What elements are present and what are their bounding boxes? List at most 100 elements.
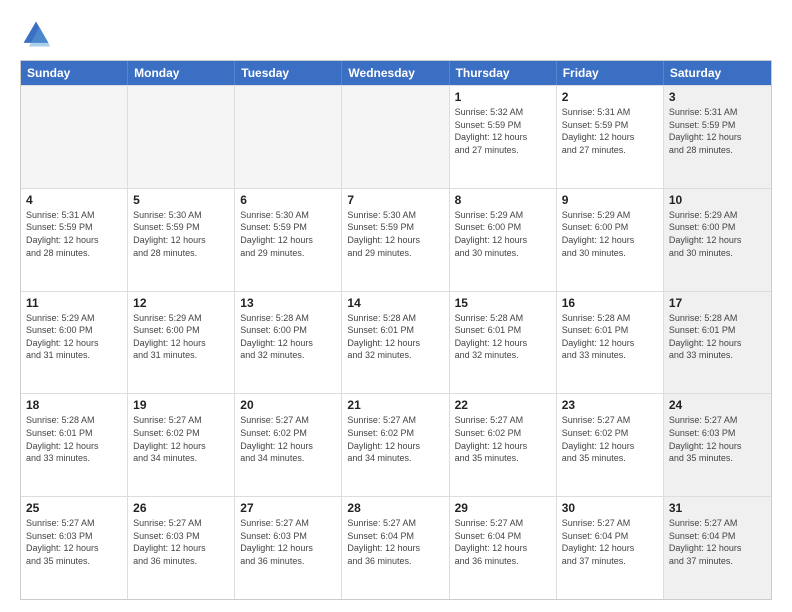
calendar-cell-9: 9 Sunrise: 5:29 AM Sunset: 6:00 PM Daylig… [557,189,664,291]
day-info: Sunrise: 5:27 AM Sunset: 6:04 PM Dayligh… [455,517,551,567]
day-info: Sunrise: 5:27 AM Sunset: 6:02 PM Dayligh… [455,414,551,464]
day-number: 17 [669,296,766,310]
calendar-cell-25: 25 Sunrise: 5:27 AM Sunset: 6:03 PM Dayli… [21,497,128,599]
calendar-row-4: 25 Sunrise: 5:27 AM Sunset: 6:03 PM Dayli… [21,496,771,599]
day-info: Sunrise: 5:28 AM Sunset: 6:00 PM Dayligh… [240,312,336,362]
calendar-cell-7: 7Sunrise: 5:30 AM Sunset: 5:59 PM Daylig… [342,189,449,291]
weekday-header-friday: Friday [557,61,664,85]
logo-icon [20,18,52,50]
day-number: 12 [133,296,229,310]
day-number: 29 [455,501,551,515]
calendar-cell-2: 2 Sunrise: 5:31 AM Sunset: 5:59 PM Daylig… [557,86,664,188]
calendar-cell-20: 20Sunrise: 5:27 AM Sunset: 6:02 PM Dayli… [235,394,342,496]
day-info: Sunrise: 5:31 AM Sunset: 5:59 PM Dayligh… [26,209,122,259]
calendar-cell-empty-0 [21,86,128,188]
day-info: Sunrise: 5:30 AM Sunset: 5:59 PM Dayligh… [133,209,229,259]
day-info: Sunrise: 5:27 AM Sunset: 6:02 PM Dayligh… [562,414,658,464]
calendar-cell-6: 6 Sunrise: 5:30 AM Sunset: 5:59 PM Daylig… [235,189,342,291]
weekday-header-wednesday: Wednesday [342,61,449,85]
calendar-cell-21: 21 Sunrise: 5:27 AM Sunset: 6:02 PM Dayli… [342,394,449,496]
calendar-header: SundayMondayTuesdayWednesdayThursdayFrid… [21,61,771,85]
calendar-cell-27: 27 Sunrise: 5:27 AM Sunset: 6:03 PM Dayli… [235,497,342,599]
day-info: Sunrise: 5:29 AM Sunset: 6:00 PM Dayligh… [26,312,122,362]
day-info: Sunrise: 5:28 AM Sunset: 6:01 PM Dayligh… [347,312,443,362]
calendar-cell-empty-1 [128,86,235,188]
calendar-cell-15: 15 Sunrise: 5:28 AM Sunset: 6:01 PM Dayli… [450,292,557,394]
calendar-cell-29: 29 Sunrise: 5:27 AM Sunset: 6:04 PM Dayli… [450,497,557,599]
calendar-cell-12: 12 Sunrise: 5:29 AM Sunset: 6:00 PM Dayli… [128,292,235,394]
day-number: 18 [26,398,122,412]
day-info: Sunrise: 5:29 AM Sunset: 6:00 PM Dayligh… [133,312,229,362]
calendar-row-0: 1 Sunrise: 5:32 AM Sunset: 5:59 PM Daylig… [21,85,771,188]
calendar-cell-1: 1 Sunrise: 5:32 AM Sunset: 5:59 PM Daylig… [450,86,557,188]
day-info: Sunrise: 5:31 AM Sunset: 5:59 PM Dayligh… [669,106,766,156]
day-number: 9 [562,193,658,207]
weekday-header-sunday: Sunday [21,61,128,85]
day-info: Sunrise: 5:27 AM Sunset: 6:03 PM Dayligh… [669,414,766,464]
day-info: Sunrise: 5:30 AM Sunset: 5:59 PM Dayligh… [240,209,336,259]
calendar-row-1: 4 Sunrise: 5:31 AM Sunset: 5:59 PM Daylig… [21,188,771,291]
day-number: 8 [455,193,551,207]
day-number: 1 [455,90,551,104]
calendar-cell-30: 30 Sunrise: 5:27 AM Sunset: 6:04 PM Dayli… [557,497,664,599]
day-number: 6 [240,193,336,207]
day-info: Sunrise: 5:27 AM Sunset: 6:03 PM Dayligh… [26,517,122,567]
calendar-cell-14: 14 Sunrise: 5:28 AM Sunset: 6:01 PM Dayli… [342,292,449,394]
day-number: 5 [133,193,229,207]
day-number: 19 [133,398,229,412]
calendar-cell-19: 19Sunrise: 5:27 AM Sunset: 6:02 PM Dayli… [128,394,235,496]
day-number: 30 [562,501,658,515]
calendar-cell-16: 16Sunrise: 5:28 AM Sunset: 6:01 PM Dayli… [557,292,664,394]
day-number: 31 [669,501,766,515]
page: SundayMondayTuesdayWednesdayThursdayFrid… [0,0,792,612]
day-info: Sunrise: 5:29 AM Sunset: 6:00 PM Dayligh… [562,209,658,259]
calendar-cell-23: 23 Sunrise: 5:27 AM Sunset: 6:02 PM Dayli… [557,394,664,496]
calendar: SundayMondayTuesdayWednesdayThursdayFrid… [20,60,772,600]
calendar-row-2: 11 Sunrise: 5:29 AM Sunset: 6:00 PM Dayli… [21,291,771,394]
day-number: 26 [133,501,229,515]
calendar-cell-10: 10 Sunrise: 5:29 AM Sunset: 6:00 PM Dayli… [664,189,771,291]
calendar-cell-26: 26 Sunrise: 5:27 AM Sunset: 6:03 PM Dayli… [128,497,235,599]
day-number: 3 [669,90,766,104]
calendar-body: 1 Sunrise: 5:32 AM Sunset: 5:59 PM Daylig… [21,85,771,599]
day-number: 21 [347,398,443,412]
day-info: Sunrise: 5:28 AM Sunset: 6:01 PM Dayligh… [562,312,658,362]
day-number: 25 [26,501,122,515]
calendar-cell-24: 24Sunrise: 5:27 AM Sunset: 6:03 PM Dayli… [664,394,771,496]
calendar-cell-4: 4 Sunrise: 5:31 AM Sunset: 5:59 PM Daylig… [21,189,128,291]
day-info: Sunrise: 5:27 AM Sunset: 6:02 PM Dayligh… [347,414,443,464]
day-info: Sunrise: 5:27 AM Sunset: 6:03 PM Dayligh… [240,517,336,567]
calendar-cell-17: 17Sunrise: 5:28 AM Sunset: 6:01 PM Dayli… [664,292,771,394]
day-number: 4 [26,193,122,207]
day-number: 10 [669,193,766,207]
day-info: Sunrise: 5:31 AM Sunset: 5:59 PM Dayligh… [562,106,658,156]
day-number: 23 [562,398,658,412]
day-number: 28 [347,501,443,515]
day-info: Sunrise: 5:32 AM Sunset: 5:59 PM Dayligh… [455,106,551,156]
calendar-cell-22: 22Sunrise: 5:27 AM Sunset: 6:02 PM Dayli… [450,394,557,496]
day-number: 27 [240,501,336,515]
day-info: Sunrise: 5:27 AM Sunset: 6:04 PM Dayligh… [562,517,658,567]
day-info: Sunrise: 5:29 AM Sunset: 6:00 PM Dayligh… [669,209,766,259]
day-number: 11 [26,296,122,310]
weekday-header-tuesday: Tuesday [235,61,342,85]
calendar-cell-31: 31 Sunrise: 5:27 AM Sunset: 6:04 PM Dayli… [664,497,771,599]
calendar-cell-3: 3 Sunrise: 5:31 AM Sunset: 5:59 PM Daylig… [664,86,771,188]
header [20,18,772,50]
day-number: 7 [347,193,443,207]
weekday-header-saturday: Saturday [664,61,771,85]
calendar-cell-8: 8Sunrise: 5:29 AM Sunset: 6:00 PM Daylig… [450,189,557,291]
day-info: Sunrise: 5:28 AM Sunset: 6:01 PM Dayligh… [455,312,551,362]
calendar-cell-empty-2 [235,86,342,188]
day-number: 13 [240,296,336,310]
day-info: Sunrise: 5:27 AM Sunset: 6:03 PM Dayligh… [133,517,229,567]
day-number: 15 [455,296,551,310]
day-number: 14 [347,296,443,310]
day-info: Sunrise: 5:28 AM Sunset: 6:01 PM Dayligh… [26,414,122,464]
day-number: 2 [562,90,658,104]
day-info: Sunrise: 5:27 AM Sunset: 6:04 PM Dayligh… [669,517,766,567]
day-info: Sunrise: 5:27 AM Sunset: 6:04 PM Dayligh… [347,517,443,567]
calendar-cell-13: 13 Sunrise: 5:28 AM Sunset: 6:00 PM Dayli… [235,292,342,394]
day-info: Sunrise: 5:27 AM Sunset: 6:02 PM Dayligh… [240,414,336,464]
calendar-cell-5: 5 Sunrise: 5:30 AM Sunset: 5:59 PM Daylig… [128,189,235,291]
